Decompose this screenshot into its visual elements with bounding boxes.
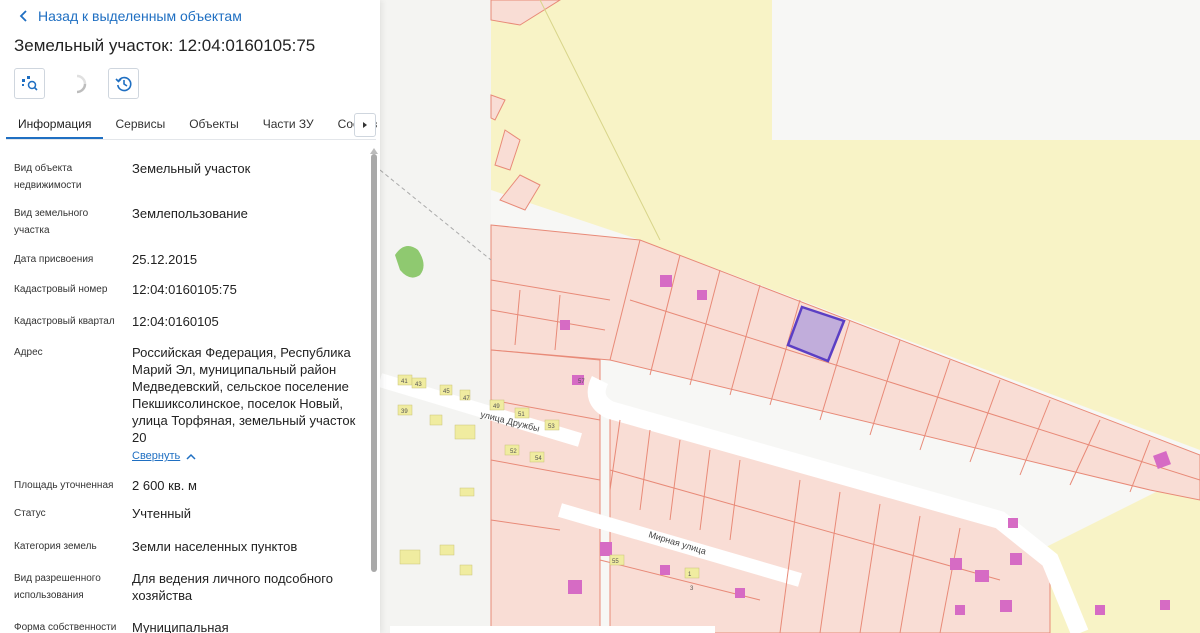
tab-parts[interactable]: Части ЗУ — [251, 112, 326, 139]
field-value: Для ведения личного подсобного хозяйства — [132, 571, 333, 603]
address-text: Российская Федерация, Республика Марий Э… — [132, 345, 356, 445]
scrollbar[interactable] — [370, 148, 378, 633]
svg-text:45: 45 — [443, 389, 450, 395]
tab-bar: Информация Сервисы Объекты Части ЗУ Сост… — [6, 112, 377, 140]
field-label: Статус — [14, 508, 46, 519]
locate-object-icon — [21, 75, 38, 91]
object-info-panel: Назад к выделенным объектам Земельный уч… — [0, 0, 380, 633]
caret-right-icon — [363, 122, 367, 128]
back-to-selected-link[interactable]: Назад к выделенным объектам — [16, 6, 242, 26]
svg-text:51: 51 — [518, 412, 525, 418]
field-label: Дата присвоения — [14, 254, 94, 265]
chevron-left-icon — [19, 10, 27, 22]
collapse-link[interactable]: Свернуть — [132, 448, 196, 465]
svg-text:47: 47 — [463, 396, 470, 402]
history-button[interactable] — [108, 68, 139, 99]
field-label: Площадь уточненная — [14, 480, 114, 491]
field-value: 12:04:0160105:75 — [132, 282, 237, 297]
field-label: Форма собственности — [14, 622, 117, 633]
field-label: Вид объекта недвижимости — [14, 163, 82, 191]
field-label: Вид земельного участка — [14, 208, 89, 236]
field-value: 25.12.2015 — [132, 252, 198, 267]
tab-services[interactable]: Сервисы — [103, 112, 177, 139]
svg-text:55: 55 — [612, 559, 619, 565]
field-value: Российская Федерация, Республика Марий Э… — [132, 344, 364, 465]
field-label: Кадастровый номер — [14, 284, 108, 295]
field-value: Земельный участок — [132, 161, 251, 176]
field-label: Вид разрешенного использования — [14, 573, 101, 601]
back-label: Назад к выделенным объектам — [38, 8, 242, 24]
history-icon — [114, 76, 131, 91]
zoom-to-object-button[interactable] — [14, 68, 45, 99]
svg-text:54: 54 — [535, 456, 542, 462]
field-value: 2 600 кв. м — [132, 478, 197, 493]
map-blank-area — [772, 0, 1200, 140]
field-label: Кадастровый квартал — [14, 316, 115, 327]
svg-text:39: 39 — [401, 409, 408, 415]
tabs-scroll-right-button[interactable] — [354, 113, 376, 137]
info-content: Вид объекта недвижимости Земельный участ… — [0, 148, 368, 633]
field-value: 12:04:0160105 — [132, 314, 219, 329]
scroll-thumb[interactable] — [371, 154, 377, 572]
collapse-label: Свернуть — [132, 450, 181, 462]
spinner-icon — [76, 74, 86, 93]
parcel-zone-west — [490, 349, 601, 633]
svg-text:52: 52 — [510, 449, 517, 455]
svg-text:43: 43 — [415, 382, 422, 388]
page-title: Земельный участок: 12:04:0160105:75 — [14, 36, 316, 55]
field-value: Учтенный — [132, 506, 192, 521]
toolbar — [14, 68, 139, 99]
field-label: Адрес — [14, 347, 43, 358]
tab-objects[interactable]: Объекты — [177, 112, 251, 139]
svg-text:49: 49 — [493, 404, 500, 410]
svg-text:57: 57 — [578, 379, 585, 385]
chevron-up-icon — [186, 453, 196, 460]
map-bottom-strip — [390, 626, 715, 633]
field-label: Категория земель — [14, 541, 97, 552]
field-value: Муниципальная — [132, 620, 229, 633]
svg-text:41: 41 — [401, 379, 408, 385]
field-value: Земли населенных пунктов — [132, 539, 298, 554]
field-value: Землепользование — [132, 206, 248, 221]
tab-info[interactable]: Информация — [6, 112, 104, 139]
loading-spinner — [61, 68, 92, 99]
map-background — [380, 0, 491, 633]
svg-text:53: 53 — [548, 424, 555, 430]
